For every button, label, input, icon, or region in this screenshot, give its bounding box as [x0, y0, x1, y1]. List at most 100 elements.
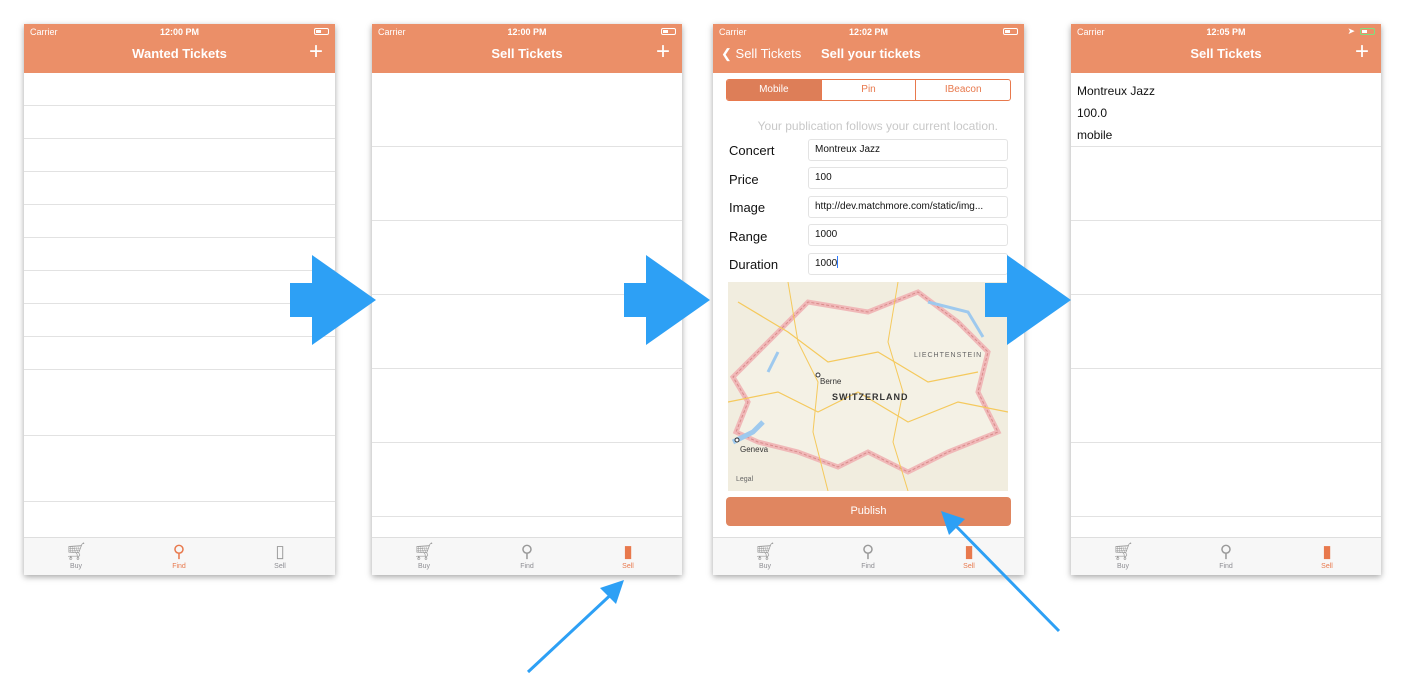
tab-label: Find — [172, 563, 186, 570]
chevron-left-icon: ❮ — [721, 46, 732, 61]
list-row[interactable] — [24, 139, 335, 172]
tab-find[interactable]: ⚲ Find — [1196, 541, 1256, 570]
flow-arrow-right-icon — [290, 255, 376, 345]
battery-icon — [1003, 28, 1018, 35]
map-city-berne: Berne — [820, 377, 842, 386]
list-row[interactable] — [24, 370, 335, 436]
list-row[interactable] — [1071, 369, 1381, 443]
list-row[interactable] — [24, 106, 335, 139]
cart-icon: 🛒︎ — [1112, 542, 1134, 561]
add-button[interactable]: + — [1355, 40, 1369, 64]
ticket-icon: ▯ — [275, 542, 285, 561]
range-label: Range — [729, 229, 768, 244]
ticket-listing[interactable]: Montreux Jazz 100.0 mobile — [1077, 80, 1155, 146]
tab-bar: 🛒︎ Buy ⚲ Find ▮ Sell — [1071, 537, 1381, 575]
tab-buy[interactable]: 🛒︎ Buy — [1093, 541, 1153, 570]
location-map[interactable]: Berne Geneva SWITZERLAND LIECHTENSTEIN L… — [728, 282, 1008, 491]
list-row[interactable] — [1071, 443, 1381, 517]
tab-buy[interactable]: 🛒︎ Buy — [735, 541, 795, 570]
page-title: Sell your tickets — [821, 46, 921, 61]
tab-buy[interactable]: 🛒︎ Buy — [46, 541, 106, 570]
add-button[interactable]: + — [656, 40, 670, 64]
tab-find[interactable]: ⚲ Find — [149, 541, 209, 570]
tab-label: Find — [520, 563, 534, 570]
list-row[interactable] — [372, 73, 682, 147]
map-city-geneva: Geneva — [740, 445, 769, 454]
status-time: 12:00 PM — [507, 27, 547, 37]
duration-label: Duration — [729, 257, 779, 272]
status-bar: Carrier 12:00 PM — [372, 24, 682, 40]
list-row[interactable] — [24, 271, 335, 304]
navigation-bar: Carrier 12:00 PM Wanted Tickets + — [24, 24, 335, 73]
ticket-icon: ▮ — [623, 542, 633, 561]
cart-icon: 🛒︎ — [754, 542, 776, 561]
map-neighbor-label: LIECHTENSTEIN — [914, 352, 983, 359]
status-bar: Carrier 12:00 PM — [24, 24, 335, 40]
list-row[interactable] — [24, 73, 335, 106]
tab-find[interactable]: ⚲ Find — [497, 541, 557, 570]
image-field[interactable]: http://dev.matchmore.com/static/img... — [808, 196, 1008, 218]
flow-arrow-right-icon — [985, 255, 1071, 345]
list-row[interactable] — [372, 147, 682, 221]
duration-field[interactable]: 1000 — [808, 253, 1008, 275]
list-row[interactable] — [24, 436, 335, 502]
tab-buy[interactable]: 🛒︎ Buy — [394, 541, 454, 570]
map-country-label: SWITZERLAND — [832, 392, 909, 402]
price-field[interactable]: 100 — [808, 167, 1008, 189]
back-button[interactable]: ❮ Sell Tickets — [721, 46, 801, 62]
status-time: 12:05 PM — [1206, 27, 1246, 37]
screen-wanted-tickets: Carrier 12:00 PM Wanted Tickets + 🛒︎ Buy… — [24, 24, 335, 575]
screen-sell-tickets-listed: Carrier 12:05 PM ➤ Sell Tickets + Montre… — [1071, 24, 1381, 575]
list-row[interactable] — [372, 369, 682, 443]
tab-label: Find — [861, 563, 875, 570]
pointer-arrow-icon — [526, 580, 624, 674]
tab-label: Sell — [1321, 563, 1333, 570]
text-caret — [837, 256, 839, 268]
tab-label: Find — [1219, 563, 1233, 570]
tab-label: Sell — [622, 563, 634, 570]
list-row[interactable] — [1071, 295, 1381, 369]
list-row[interactable] — [372, 443, 682, 517]
add-button[interactable]: + — [309, 40, 323, 64]
range-field[interactable]: 1000 — [808, 224, 1008, 246]
tab-label: Buy — [69, 563, 83, 570]
publication-mode-control: Mobile Pin IBeacon — [726, 79, 1011, 101]
list-row[interactable] — [24, 172, 335, 205]
tab-label: Buy — [417, 563, 431, 570]
list-row[interactable] — [1071, 147, 1381, 221]
page-title: Sell Tickets — [1190, 46, 1262, 61]
tab-sell[interactable]: ▮ Sell — [1297, 541, 1357, 570]
concert-label: Concert — [729, 143, 775, 158]
cart-icon: 🛒︎ — [413, 542, 435, 561]
ticket-list — [24, 73, 335, 502]
battery-icon — [1360, 28, 1375, 35]
tab-label: Buy — [1116, 563, 1130, 570]
tab-find[interactable]: ⚲ Find — [838, 541, 898, 570]
search-icon: ⚲ — [520, 542, 534, 561]
tab-bar: 🛒︎ Buy ⚲ Find ▯ Sell — [24, 537, 335, 575]
list-row[interactable] — [24, 304, 335, 337]
segment-pin[interactable]: Pin — [820, 80, 916, 100]
list-row[interactable] — [24, 337, 335, 370]
tab-sell[interactable]: ▯ Sell — [250, 541, 310, 570]
listing-price: 100.0 — [1077, 106, 1108, 120]
page-title: Wanted Tickets — [132, 46, 227, 61]
listing-concert: Montreux Jazz — [1077, 84, 1156, 98]
battery-icon — [661, 28, 676, 35]
list-row[interactable] — [24, 205, 335, 238]
segment-ibeacon[interactable]: IBeacon — [915, 80, 1010, 100]
location-arrow-icon: ➤ — [1347, 26, 1355, 36]
list-row[interactable] — [1071, 221, 1381, 295]
map-legal-link[interactable]: Legal — [736, 476, 753, 483]
search-icon: ⚲ — [1219, 542, 1233, 561]
status-bar: Carrier 12:02 PM — [713, 24, 1024, 40]
screen-sell-your-tickets: Carrier 12:02 PM ❮ Sell Tickets Sell you… — [713, 24, 1024, 575]
pointer-arrow-icon — [941, 511, 1061, 633]
status-bar: Carrier 12:05 PM ➤ — [1071, 24, 1381, 40]
concert-field[interactable]: Montreux Jazz — [808, 139, 1008, 161]
tab-sell[interactable]: ▮ Sell — [598, 541, 658, 570]
tab-label: Sell — [274, 563, 286, 570]
segment-mobile[interactable]: Mobile — [727, 80, 821, 100]
list-row[interactable] — [24, 238, 335, 271]
price-label: Price — [729, 172, 759, 187]
